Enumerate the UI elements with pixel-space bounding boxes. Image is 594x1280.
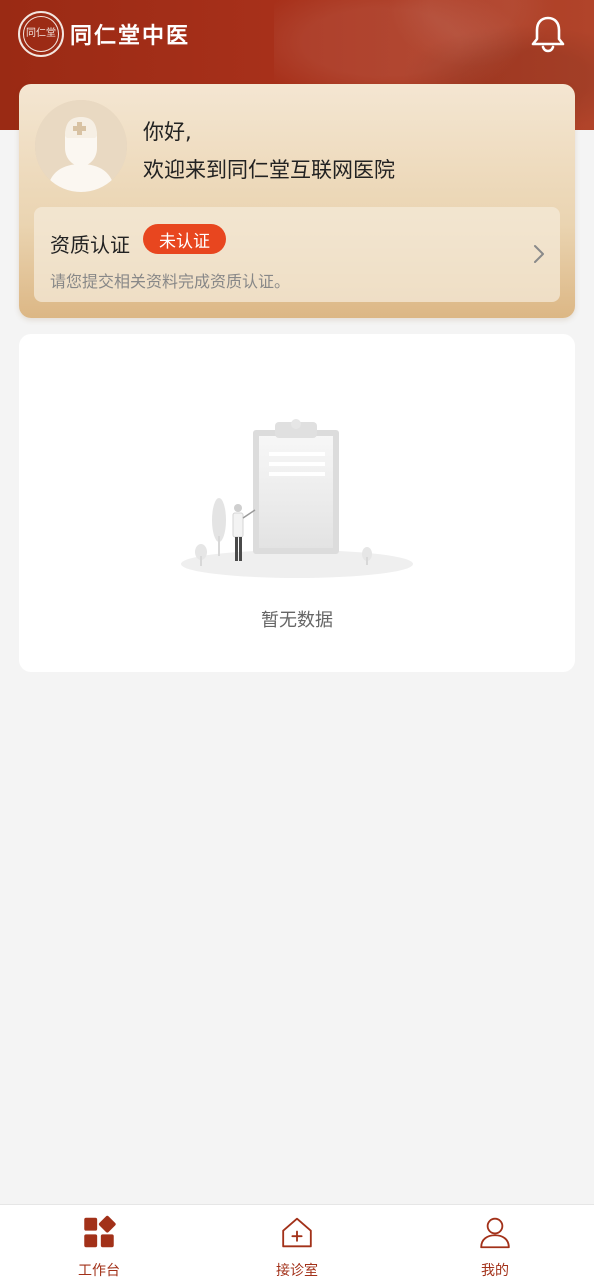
empty-clipboard-illustration <box>181 419 413 578</box>
qualification-entry[interactable]: 资质认证 未认证 请您提交相关资料完成资质认证。 <box>34 207 560 302</box>
tab-label-mine: 我的 <box>481 1263 509 1279</box>
seal-text: 同仁堂 <box>23 16 59 52</box>
tab-label-clinic: 接诊室 <box>276 1263 318 1279</box>
bell-icon[interactable] <box>530 14 566 54</box>
tab-workbench[interactable]: 工作台 <box>0 1205 198 1280</box>
qualification-title: 资质认证 <box>50 233 130 257</box>
user-icon <box>480 1217 510 1249</box>
chevron-right-icon <box>534 245 544 263</box>
qualification-subtitle: 请您提交相关资料完成资质认证。 <box>50 272 291 291</box>
brand-logo: 同仁堂 同仁堂中医 <box>18 10 190 58</box>
bottom-tab-bar: 工作台 接诊室 我的 <box>0 1204 594 1280</box>
tab-label-workbench: 工作台 <box>78 1263 120 1279</box>
workbench-icon <box>84 1215 116 1248</box>
brand-name: 同仁堂中医 <box>70 23 191 49</box>
clinic-icon <box>282 1217 312 1248</box>
profile-card: 你好, 欢迎来到同仁堂互联网医院 资质认证 未认证 请您提交相关资料完成资质认证… <box>19 84 575 318</box>
welcome-text: 欢迎来到同仁堂互联网医院 <box>143 158 395 182</box>
tab-clinic[interactable]: 接诊室 <box>198 1205 396 1280</box>
doctor-avatar-icon[interactable] <box>35 100 127 192</box>
empty-state-text: 暂无数据 <box>261 610 333 631</box>
unverified-badge: 未认证 <box>143 224 226 254</box>
seal-logo-icon: 同仁堂 <box>18 11 64 57</box>
empty-state-card: 暂无数据 <box>19 334 575 672</box>
page: 同仁堂 同仁堂中医 你好, 欢迎来到同仁堂互联网医院 资质认证 未认证 请您提交… <box>0 0 594 1280</box>
tab-mine[interactable]: 我的 <box>396 1205 594 1280</box>
greeting-text: 你好, <box>143 120 192 144</box>
